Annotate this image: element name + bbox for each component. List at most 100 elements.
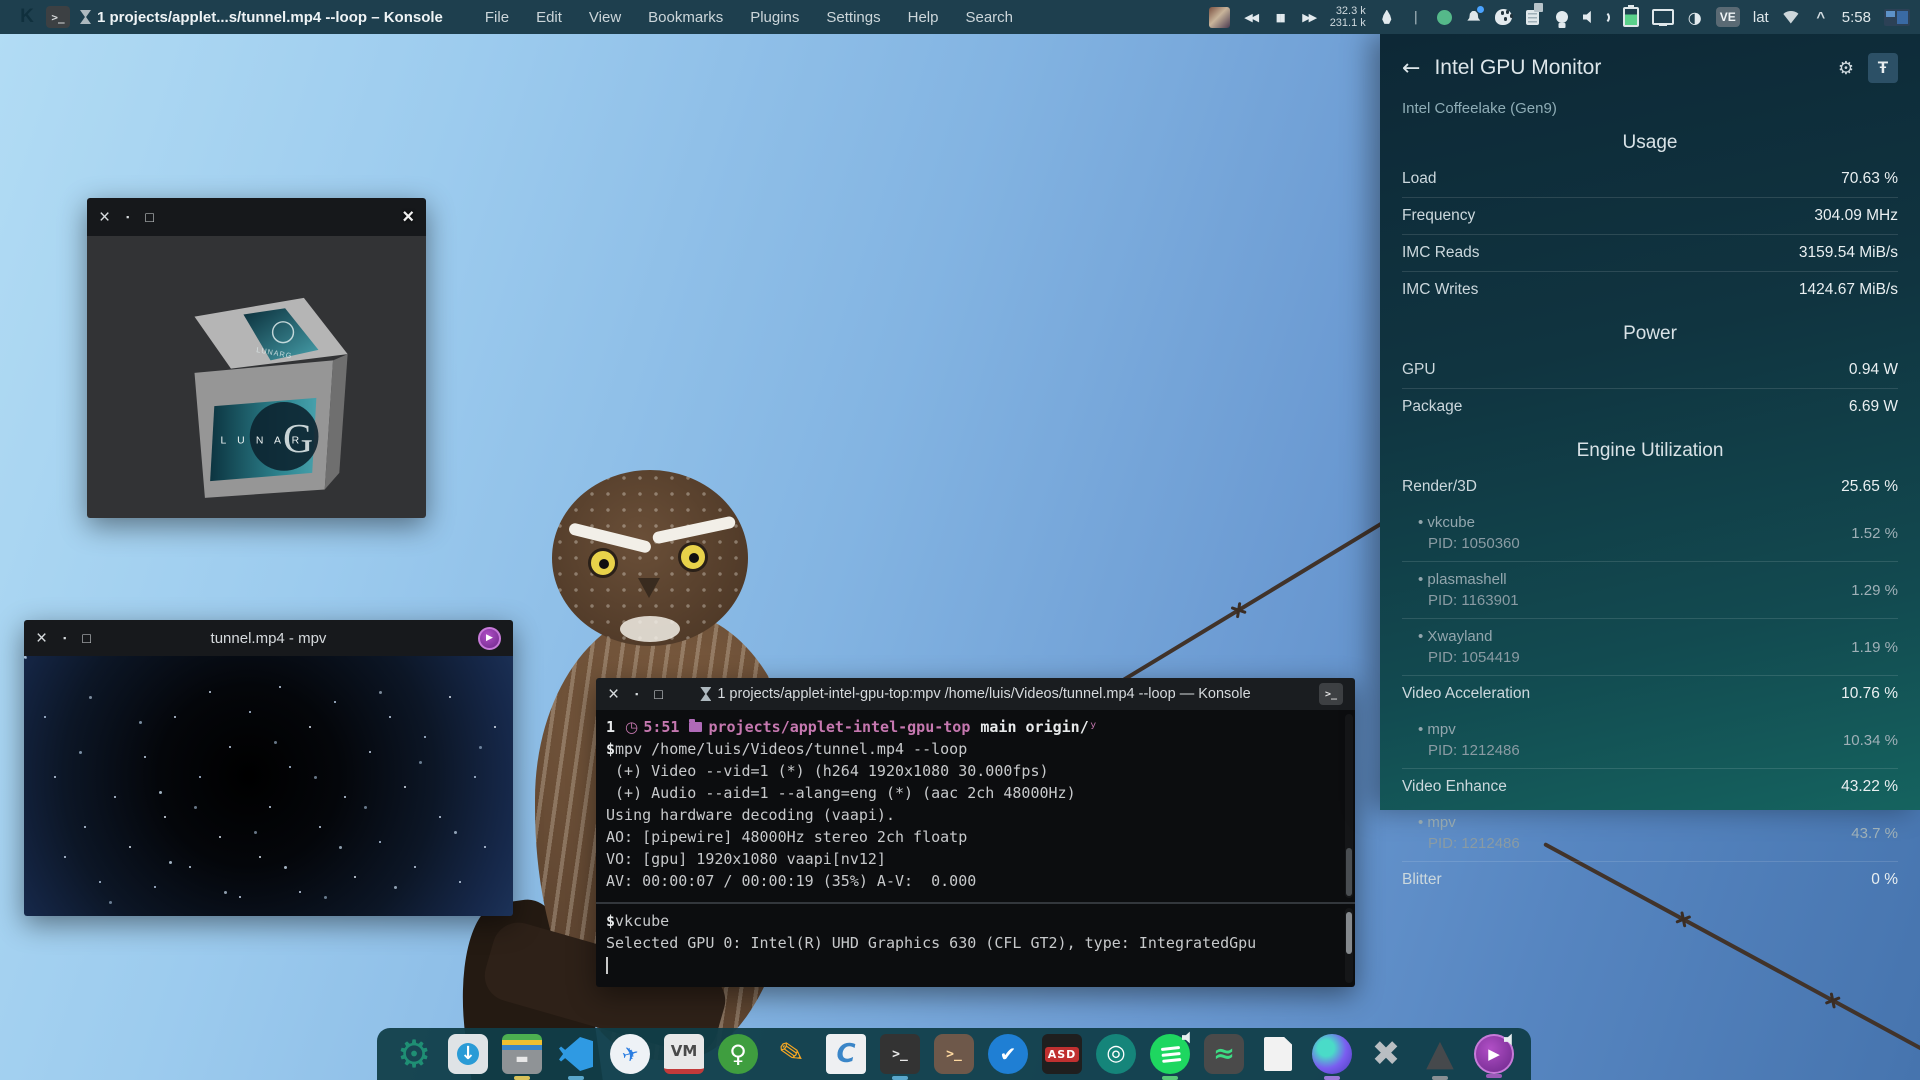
menu-item[interactable]: File [485, 9, 509, 26]
scrollbar[interactable] [1345, 714, 1353, 898]
vmware[interactable]: VM [664, 1034, 704, 1074]
expand-chevron[interactable]: ^ [1813, 5, 1829, 29]
terminal-pane-top[interactable]: 15:51projects/applet-intel-gpu-topmain o… [596, 710, 1355, 902]
intel-gpu-monitor-panel: ← Intel GPU Monitor ⚙ Ŧ Intel Coffeelake… [1380, 34, 1920, 810]
running-indicator [1324, 1076, 1340, 1080]
maximize-icon[interactable]: □ [145, 209, 153, 225]
wire-barb [1672, 908, 1694, 930]
menu-item[interactable]: Bookmarks [648, 9, 723, 26]
desktop: K >_ 1 projects/applet...s/tunnel.mp4 --… [0, 0, 1920, 1080]
discover[interactable]: ↓ [448, 1034, 488, 1074]
water-drop-icon[interactable] [1379, 5, 1395, 29]
spectacle[interactable]: ◎ [1096, 1034, 1136, 1074]
media-pause-icon[interactable]: ▮▮ [1272, 5, 1288, 29]
color-picker[interactable]: ✎ [772, 1034, 812, 1074]
album-art-icon[interactable] [1209, 7, 1230, 28]
dock-glyph: ▶ [1488, 1047, 1500, 1062]
system-settings[interactable]: ⚙ [394, 1034, 434, 1074]
night-color-icon[interactable]: ◑ [1687, 5, 1703, 29]
dock-glyph: ≈ [1213, 1041, 1235, 1067]
system-tray: ◀◀ ▮▮ ▶▶ 32.3 k 231.1 k | ◑ VE lat ^ 5:58 [1209, 5, 1910, 29]
minimize-icon[interactable]: ▪ [63, 633, 66, 643]
menu-item[interactable]: Edit [536, 9, 562, 26]
wifi-icon[interactable] [1782, 5, 1800, 29]
spotify[interactable] [1150, 1034, 1190, 1074]
gpu-metric-row: Frequency 304.09 MHz [1402, 198, 1898, 235]
vscode[interactable] [556, 1034, 596, 1074]
system-monitor[interactable]: ≈ [1204, 1034, 1244, 1074]
inkscape[interactable]: ▲ [1420, 1034, 1460, 1074]
scrollbar[interactable] [1345, 908, 1353, 983]
media-previous-icon[interactable]: ◀◀ [1243, 5, 1259, 29]
lunarg-cube: LUNARG L U N A R G [147, 252, 367, 502]
wasd-keys[interactable]: ASD [1042, 1034, 1082, 1074]
todo-check[interactable]: ✔ [988, 1034, 1028, 1074]
dock-glyph: VM [671, 1044, 698, 1059]
kitty[interactable]: >_ [934, 1034, 974, 1074]
notification-bell-icon[interactable] [1466, 5, 1482, 29]
menu-item[interactable]: Help [908, 9, 939, 26]
text-editor[interactable] [1258, 1034, 1298, 1074]
metric-label: Package [1402, 398, 1462, 416]
pin-button[interactable]: Ŧ [1868, 53, 1898, 83]
mpv-video-area[interactable] [24, 656, 513, 916]
file-drawer[interactable]: ▬ [502, 1034, 542, 1074]
kde-logo-icon[interactable]: K [16, 6, 38, 28]
pager-icon[interactable] [1884, 9, 1910, 26]
gpu-process-row: mpv PID: 1212486 10.34 % [1402, 712, 1898, 769]
keyboard-layout-badge[interactable]: VE [1716, 7, 1740, 27]
minimize-icon[interactable]: ▪ [635, 689, 638, 699]
terminal-command-line: $vkcube [606, 910, 1341, 932]
metric-value: 0.94 W [1849, 361, 1898, 379]
gpu-metric-row: GPU 0.94 W [1402, 352, 1898, 389]
maximize-icon[interactable]: □ [82, 630, 90, 646]
close-icon[interactable]: × [36, 629, 47, 648]
battery-icon[interactable] [1623, 5, 1639, 29]
mpv-titlebar[interactable]: tunnel.mp4 - mpv × ▪ □ ▶ [24, 620, 513, 656]
color-palette-icon[interactable] [1495, 5, 1512, 29]
menu-item[interactable]: Settings [826, 9, 880, 26]
idea-bulb-icon[interactable] [1554, 5, 1570, 29]
separator[interactable]: | [1408, 5, 1424, 29]
back-arrow-icon[interactable]: ← [1402, 56, 1420, 81]
scrollbar-thumb[interactable] [1346, 912, 1352, 954]
clock[interactable]: 5:58 [1842, 5, 1871, 29]
konsole[interactable]: >_ [880, 1034, 920, 1074]
network-speed[interactable]: 32.3 k 231.1 k [1330, 5, 1366, 29]
konsole-titlebar[interactable]: 1 projects/applet-intel-gpu-top:mpv /hom… [596, 678, 1355, 710]
process-name: vkcube [1418, 512, 1520, 533]
process-pid: PID: 1212486 [1418, 740, 1520, 761]
keepassxc[interactable]: ♀ [718, 1034, 758, 1074]
falkon[interactable]: ✈ [610, 1034, 650, 1074]
close-x[interactable]: ✖ [1366, 1034, 1406, 1074]
scrollbar-thumb[interactable] [1346, 848, 1352, 896]
menu-item[interactable]: Plugins [750, 9, 799, 26]
minimize-icon[interactable]: ▪ [126, 212, 129, 222]
metric-value: 3159.54 MiB/s [1799, 244, 1898, 262]
gear-icon[interactable]: ⚙ [1838, 58, 1854, 79]
maximize-icon[interactable]: □ [654, 686, 662, 702]
audio-volume-icon[interactable] [1583, 5, 1610, 29]
network-down-speed: 231.1 k [1330, 17, 1366, 29]
media-next-icon[interactable]: ▶▶ [1301, 5, 1317, 29]
firefox[interactable] [1312, 1034, 1352, 1074]
keyboard-layout[interactable]: lat [1753, 5, 1769, 29]
close-icon[interactable]: × [402, 206, 414, 229]
mpv[interactable]: ▶ [1474, 1034, 1514, 1074]
terminal-pane-bottom[interactable]: $vkcubeSelected GPU 0: Intel(R) UHD Grap… [596, 904, 1355, 987]
gpu-metrics-list: Usage Load 70.63 % Frequency 304.09 MHz … [1402, 117, 1898, 898]
terminal-content[interactable]: 15:51projects/applet-intel-gpu-topmain o… [596, 710, 1355, 987]
menu-item[interactable]: View [589, 9, 621, 26]
process-value: 1.52 % [1851, 525, 1898, 542]
okular[interactable]: C [826, 1034, 866, 1074]
status-circle-icon[interactable] [1437, 5, 1453, 29]
vkcube-titlebar[interactable]: × ▪ □ × [87, 198, 426, 236]
konsole-app-icon[interactable]: >_ [46, 6, 70, 28]
close-icon[interactable]: × [99, 208, 110, 227]
menu-item[interactable]: Search [965, 9, 1013, 26]
metric-label: Frequency [1402, 207, 1475, 225]
close-icon[interactable]: × [608, 685, 619, 704]
clipboard-icon[interactable] [1525, 5, 1541, 29]
display-icon[interactable] [1652, 5, 1674, 29]
gpu-metric-row: Render/3D 25.65 % [1402, 469, 1898, 505]
